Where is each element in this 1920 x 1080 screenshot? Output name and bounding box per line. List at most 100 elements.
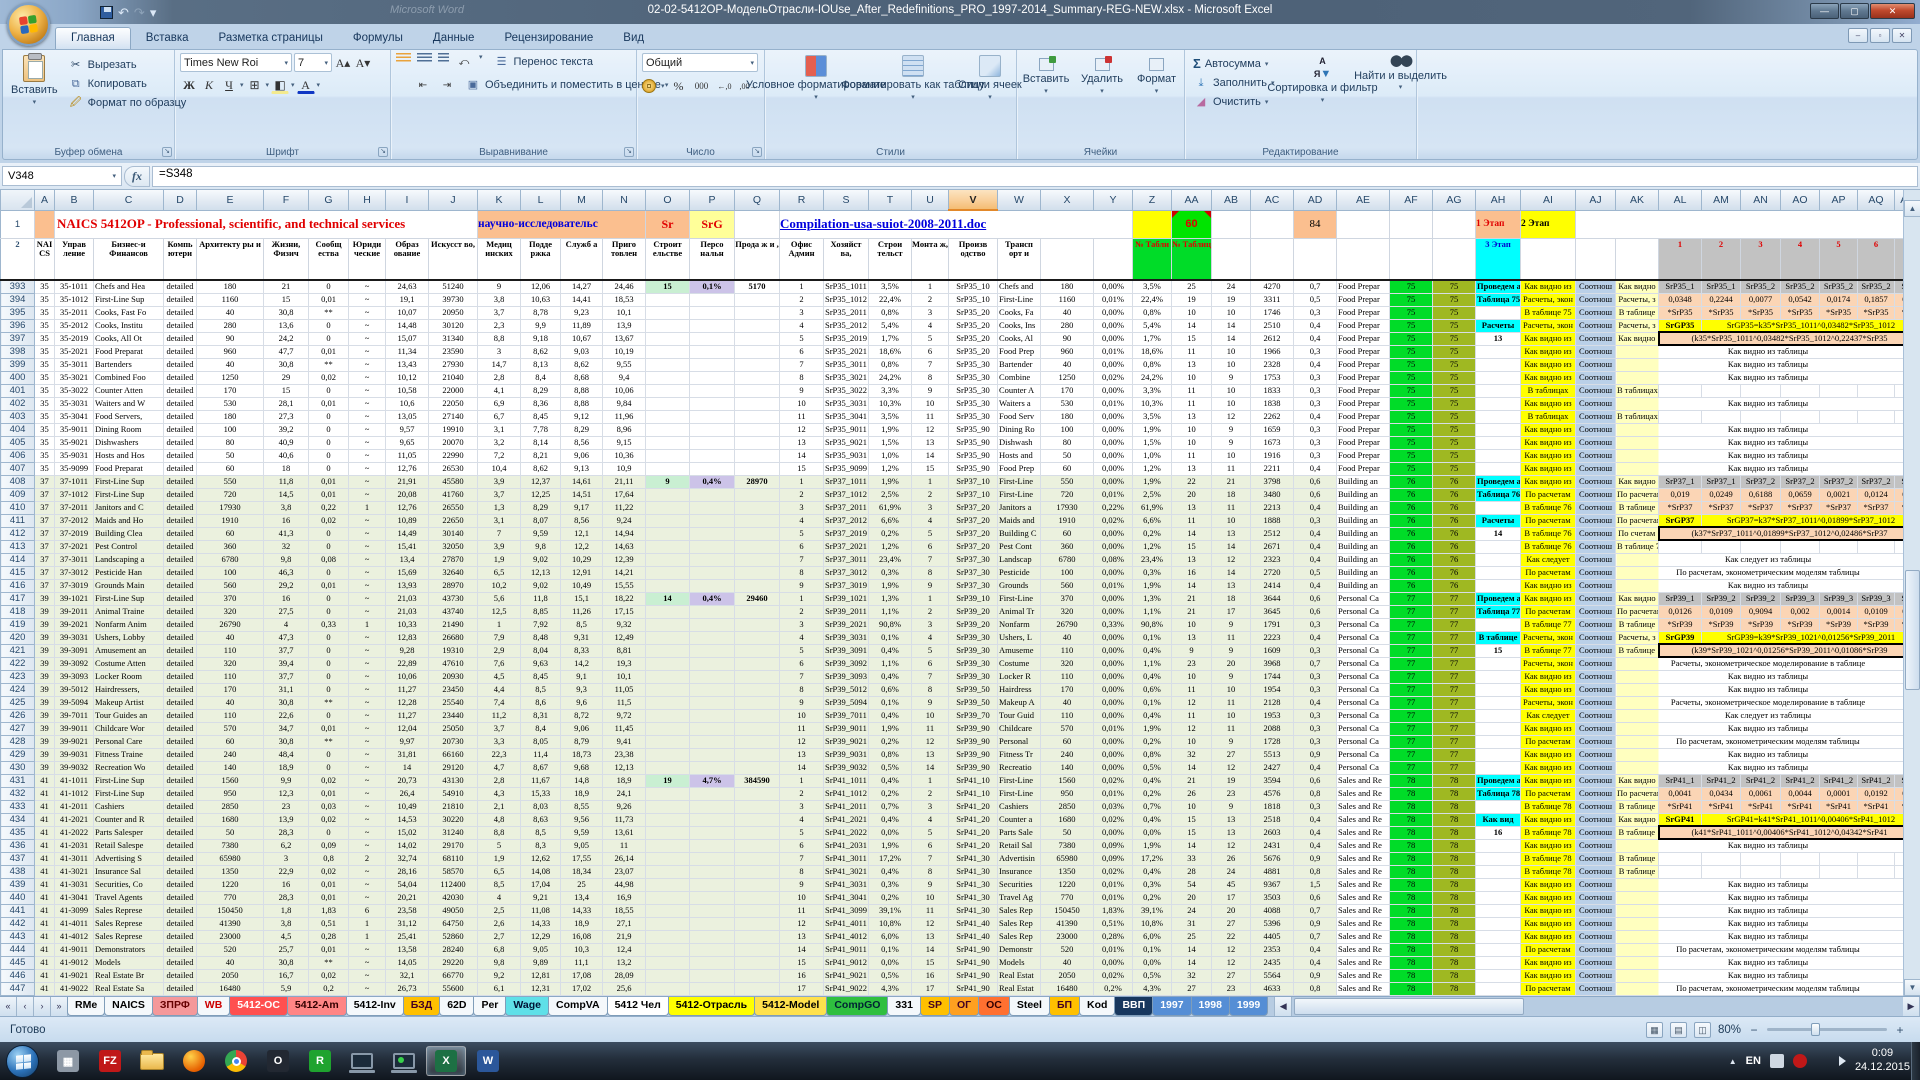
cell[interactable]: SrP39_50	[949, 683, 998, 696]
cell[interactable]: 14	[1172, 319, 1212, 332]
cell[interactable]: Chefs and Hea	[94, 280, 164, 293]
cell[interactable]: 0,6	[1294, 488, 1337, 501]
cell[interactable]: 61,9%	[1133, 501, 1172, 514]
cell[interactable]	[1476, 709, 1521, 722]
volume-icon[interactable]	[1839, 1056, 1846, 1066]
cell[interactable]	[735, 501, 780, 514]
cell[interactable]: 29,2	[264, 579, 309, 592]
cell[interactable]: 4	[912, 514, 949, 527]
sheet-tab-5412 Чел[interactable]: 5412 Чел	[607, 997, 669, 1016]
cell[interactable]: ~	[349, 670, 386, 683]
cell[interactable]: 0,02	[309, 774, 349, 787]
cell[interactable]: Как видно из таблицы	[1616, 969, 1920, 982]
cell[interactable]: Как следует	[1521, 553, 1576, 566]
cell[interactable]: *SrP41	[1858, 800, 1895, 813]
cell[interactable]: *SrP37	[1659, 501, 1702, 514]
cell[interactable]: 19,3	[603, 657, 646, 670]
cell[interactable]: 11	[1172, 709, 1212, 722]
cell[interactable]: 77	[1433, 735, 1476, 748]
cell[interactable]: 14	[1212, 319, 1251, 332]
cell[interactable]: 0,4	[1294, 813, 1337, 826]
cell[interactable]: 0,2%	[1133, 787, 1172, 800]
cell[interactable]: Как видно из таблицы	[1616, 436, 1920, 449]
cell[interactable]: Офис Админ	[780, 238, 824, 280]
cell[interactable]: Tour Guid	[998, 709, 1041, 722]
cell[interactable]: ~	[349, 982, 386, 995]
vertical-scroll-thumb[interactable]	[1905, 570, 1920, 690]
cell[interactable]: 8,6	[521, 696, 561, 709]
cell[interactable]: Building an	[1337, 540, 1390, 553]
cell[interactable]	[690, 683, 735, 696]
cell[interactable]: 28970	[735, 475, 780, 488]
cell[interactable]: 31	[1172, 917, 1212, 930]
cell[interactable]: 11	[1212, 631, 1251, 644]
row-header-440[interactable]: 440	[1, 891, 35, 904]
cell[interactable]: ~	[349, 358, 386, 371]
cell[interactable]	[646, 969, 690, 982]
column-header-AE[interactable]: AE	[1337, 190, 1390, 210]
cell[interactable]: 0,0044	[1781, 787, 1820, 800]
cell[interactable]: 18,9	[561, 917, 603, 930]
cell[interactable]: Personal Ca	[1337, 592, 1390, 605]
cell[interactable]: 7,92	[521, 618, 561, 631]
ribbon-tab-Главная[interactable]: Главная	[55, 27, 131, 49]
cell[interactable]: NAI CS	[35, 238, 55, 280]
cell[interactable]: Как видно из таблицы	[1616, 358, 1920, 371]
cell[interactable]: 0,3	[1294, 306, 1337, 319]
column-header-C[interactable]: C	[94, 190, 164, 210]
cell[interactable]: Как видно из таблицы	[1616, 722, 1920, 735]
cell[interactable]: Personal Ca	[1337, 605, 1390, 618]
cell[interactable]: 60	[197, 735, 264, 748]
cell[interactable]: 3	[912, 800, 949, 813]
cell[interactable]: 10	[1212, 514, 1251, 527]
cell[interactable]: 13	[1476, 332, 1521, 345]
cell[interactable]: Соотнош	[1576, 800, 1616, 813]
cell[interactable]: 1,1%	[869, 605, 912, 618]
cell[interactable]: Food Prepar	[1337, 319, 1390, 332]
cell[interactable]: 23,07	[603, 865, 646, 878]
cell[interactable]: 27	[1212, 969, 1251, 982]
cell[interactable]: detailed	[164, 293, 197, 306]
clear-button[interactable]: ◢Очистить▾	[1190, 94, 1278, 110]
cell[interactable]: 0,01%	[1094, 293, 1133, 306]
cell[interactable]: 1,9%	[869, 475, 912, 488]
cell[interactable]: 77	[1433, 657, 1476, 670]
percent-style-button[interactable]: %	[670, 77, 688, 95]
cell[interactable]: 2050	[197, 969, 264, 982]
cell[interactable]: 1,83%	[1094, 904, 1133, 917]
cell[interactable]: 0,4	[1294, 501, 1337, 514]
cell[interactable]: 8,48	[521, 631, 561, 644]
cell[interactable]	[690, 826, 735, 839]
cell[interactable]: 1,2%	[1133, 540, 1172, 553]
cell[interactable]: 0,8%	[869, 358, 912, 371]
cell[interactable]: detailed	[164, 644, 197, 657]
cell[interactable]: Locker Room	[94, 670, 164, 683]
cell[interactable]: SrP39_1021	[824, 592, 869, 605]
cell[interactable]: SrP41_90	[949, 956, 998, 969]
cell[interactable]: 11,96	[603, 410, 646, 423]
cell[interactable]: Соотнош	[1576, 514, 1616, 527]
cell[interactable]: 3,5%	[869, 280, 912, 293]
cell[interactable]: 12,29	[521, 930, 561, 943]
cell[interactable]: 0,33%	[1094, 618, 1133, 631]
cell[interactable]: detailed	[164, 514, 197, 527]
cell[interactable]: SrP41_9021	[824, 969, 869, 982]
cell[interactable]: Как видно из таблицы	[1616, 917, 1920, 930]
cell[interactable]: 0,3%	[869, 566, 912, 579]
cell[interactable]: 0,7	[1294, 930, 1337, 943]
cell[interactable]: 14,08	[521, 865, 561, 878]
cell[interactable]: 18,34	[561, 865, 603, 878]
cell[interactable]	[646, 293, 690, 306]
cell[interactable]: *SrP41	[1781, 800, 1820, 813]
cell[interactable]: Personal Ca	[1337, 657, 1390, 670]
cell[interactable]: 7,4	[478, 696, 521, 709]
workbook-close-button[interactable]: ✕	[1892, 28, 1912, 43]
cell[interactable]: 0,22%	[1094, 501, 1133, 514]
cell[interactable]: 8,81	[603, 644, 646, 657]
cell[interactable]: 15	[912, 956, 949, 969]
cell[interactable]: 15	[1476, 644, 1521, 657]
cell[interactable]: Подде ржка	[521, 238, 561, 280]
cell[interactable]: SrP39_30	[949, 657, 998, 670]
cell[interactable]: Personal	[998, 735, 1041, 748]
fill-color-button[interactable]: ◧	[271, 76, 289, 94]
